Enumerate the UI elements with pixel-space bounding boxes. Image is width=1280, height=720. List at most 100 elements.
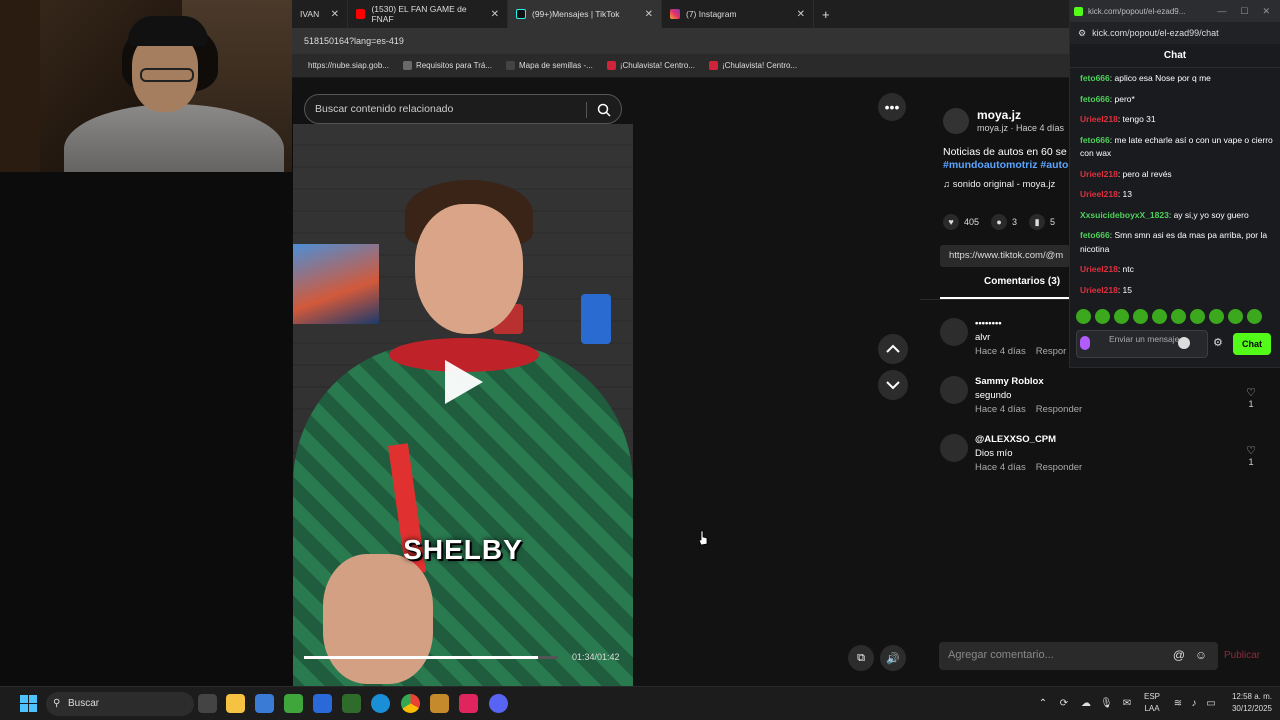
chat-username[interactable]: XxsuicideboyxX_1823 [1080,210,1169,220]
store-icon[interactable] [255,694,274,713]
chat-username[interactable]: Urieel218 [1080,189,1118,199]
close-icon[interactable]: ✕ [491,9,499,20]
bookmark-item[interactable]: Mapa de semillas -... [506,61,593,70]
related-search-input[interactable]: Buscar contenido relacionado [304,94,622,124]
emoji-icon[interactable]: ☺ [1193,648,1209,664]
minimize-icon[interactable]: — [1217,6,1226,17]
emote-icon[interactable] [1171,309,1186,324]
more-options-button[interactable]: ••• [878,93,906,121]
emote-icon[interactable] [1209,309,1224,324]
save-button[interactable]: ▮ 5 [1029,214,1055,230]
emote-icon[interactable] [1152,309,1167,324]
app-icon[interactable] [430,694,449,713]
video-link[interactable]: https://www.tiktok.com/@m [940,245,1070,267]
app-icon[interactable] [313,694,332,713]
comment-user[interactable]: @ALEXXSO_CPM [975,434,1056,445]
emoji-icon[interactable] [1178,337,1190,349]
sync-icon[interactable]: ⟳ [1058,698,1070,710]
bookmark-item[interactable]: https://nube.siap.gob... [308,61,389,70]
video-sound[interactable]: ♫ sonido original - moya.jz [943,179,1055,190]
bookmark-item[interactable]: ¡Chulavista! Centro... [606,61,695,70]
pip-button[interactable]: ⧉ [848,645,874,671]
browser-tab[interactable]: IVAN ✕ [292,0,348,28]
windows-start-icon[interactable] [20,695,37,712]
emote-icon[interactable] [1228,309,1243,324]
cloud-icon[interactable]: ☁ [1080,698,1092,710]
microphone-icon[interactable] [1080,336,1090,350]
emote-icon[interactable] [1114,309,1129,324]
bookmark-item[interactable]: ¡Chulavista! Centro... [708,61,797,70]
next-video-button[interactable] [878,370,908,400]
close-icon[interactable]: ✕ [645,9,653,20]
chat-username[interactable]: Urieel218 [1080,264,1118,274]
publish-button[interactable]: Publicar [1224,650,1260,661]
taskbar-search[interactable]: ⚲ Buscar [46,692,194,716]
close-icon[interactable]: ✕ [1262,6,1270,17]
comment-like-button[interactable]: ♡ 1 [1244,444,1258,468]
maximize-icon[interactable]: ☐ [1240,6,1248,17]
chat-username[interactable]: feto666 [1080,135,1110,145]
task-view-icon[interactable] [198,694,217,713]
chat-username[interactable]: feto666 [1080,94,1110,104]
wifi-icon[interactable]: ≋ [1172,698,1184,710]
xbox-icon[interactable] [284,694,303,713]
reply-button[interactable]: Respor [1036,346,1067,357]
browser-tab-active[interactable]: (99+)Mensajes | TikTok ✕ [508,0,662,28]
reply-button[interactable]: Responder [1036,404,1082,415]
file-explorer-icon[interactable] [226,694,245,713]
send-chat-button[interactable]: Chat [1233,333,1271,355]
chrome-icon[interactable] [401,694,420,713]
author-avatar[interactable] [943,108,969,134]
emote-icon[interactable] [1190,309,1205,324]
video-player[interactable] [293,124,633,686]
reply-button[interactable]: Responder [1036,462,1082,473]
notification-icon[interactable]: ✉ [1121,698,1133,710]
chat-username[interactable]: feto666 [1080,73,1110,83]
volume-button[interactable]: 🔊 [880,645,906,671]
chevron-up-icon[interactable]: ⌃ [1037,698,1049,710]
emote-icon[interactable] [1076,309,1091,324]
video-progress-bar[interactable] [304,656,558,659]
emote-icon[interactable] [1133,309,1148,324]
author-name[interactable]: moya.jz [977,108,1021,122]
chat-username[interactable]: feto666 [1080,230,1110,240]
volume-icon[interactable]: ♪ [1188,698,1200,710]
emote-icon[interactable] [1247,309,1262,324]
edge-icon[interactable] [371,694,390,713]
new-tab-button[interactable]: + [814,0,838,28]
gear-icon[interactable]: ⚙ [1213,336,1223,349]
comment-like-button[interactable]: ♡ 1 [1244,386,1258,410]
minecraft-icon[interactable] [342,694,361,713]
search-icon[interactable] [597,103,611,117]
discord-icon[interactable] [489,694,508,713]
comment-icon: ● [991,214,1008,230]
mention-icon[interactable]: @ [1171,648,1187,664]
close-icon[interactable]: ✕ [331,9,339,20]
bookmark-item[interactable]: Requisitos para Trá... [402,61,492,70]
comment-user[interactable]: •••••••• [975,318,1002,329]
chat-username[interactable]: Urieel218 [1080,169,1118,179]
clock[interactable]: 12:58 a. m. 30/12/2025 [1232,691,1272,715]
avatar[interactable] [940,318,968,346]
add-comment-input[interactable]: Agregar comentario... @ ☺ [939,642,1218,670]
browser-tab[interactable]: (7) Instagram ✕ [662,0,814,28]
language-indicator[interactable]: ESP LAA [1144,691,1160,715]
close-icon[interactable]: ✕ [797,9,805,20]
comment-button[interactable]: ● 3 [991,214,1017,230]
comment-user[interactable]: Sammy Roblox [975,376,1044,387]
address-bar[interactable]: 518150164?lang=es-419 [292,28,1070,54]
chat-username[interactable]: Urieel218 [1080,114,1118,124]
avatar[interactable] [940,376,968,404]
browser-tab[interactable]: (1530) EL FAN GAME de FNAF ✕ [348,0,508,28]
like-button[interactable]: ♥ 405 [943,214,979,230]
tiktok-icon[interactable] [459,694,478,713]
play-icon[interactable] [445,360,483,404]
avatar[interactable] [940,434,968,462]
video-hashtags[interactable]: #mundoautomotriz #auto [943,159,1073,171]
battery-icon[interactable]: ▭ [1205,698,1217,710]
emote-icon[interactable] [1095,309,1110,324]
kick-address-bar[interactable]: ⚙ kick.com/popout/el-ezad99/chat [1070,22,1280,44]
previous-video-button[interactable] [878,334,908,364]
chat-username[interactable]: Urieel218 [1080,285,1118,295]
microphone-icon[interactable]: 🎙 [1100,698,1113,710]
